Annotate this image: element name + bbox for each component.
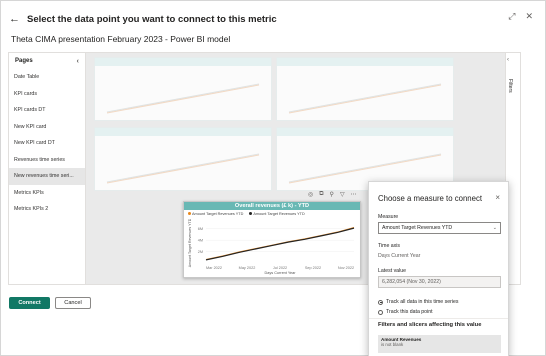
y-tick-label: 4M (198, 239, 203, 243)
latest-value-field: 6,282,054 (Nov 30, 2022) (378, 276, 501, 288)
chart-legend: Amount Target Revenues YTD Amount Target… (184, 210, 360, 218)
measure-panel-title: Choose a measure to connect (378, 194, 483, 203)
legend-item: Amount Target Revenues YTD (188, 212, 243, 216)
chart-plot: 2M 4M 6M Mar 2022 May 2022 Jul 2022 Sep 2022 No… (188, 219, 355, 275)
dialog-title: Select the data point you want to connec… (27, 13, 277, 25)
x-tick-label: Mar 2022 (206, 266, 222, 270)
visual-toolbar: ◎ ⧉ ⚲ ▽ ⋯ (308, 191, 357, 198)
y-tick-label: 6M (198, 227, 203, 231)
focus-mode-icon[interactable]: ◎ (308, 191, 313, 198)
filters-slicers-title: Filters and slicers affecting this value (378, 322, 482, 328)
radio-empty-icon (378, 309, 383, 315)
filter-card: Amount Revenues is not blank (378, 335, 501, 353)
chart-title: Overall revenues (£ k) - YTD (184, 202, 360, 210)
measure-dropdown[interactable]: Amount Target Revenues YTD ⌄ (378, 222, 501, 234)
x-axis-label: Days Current Year (264, 271, 296, 275)
x-tick-label: Nov 2022 (338, 266, 354, 270)
radio-selected-icon (378, 299, 383, 305)
filter-condition: is not blank (381, 342, 404, 347)
filter-icon[interactable]: ▽ (340, 191, 345, 198)
connect-button[interactable]: Connect (9, 297, 50, 309)
x-tick-label: Jul 2022 (273, 266, 287, 270)
pin-icon[interactable]: ⚲ (330, 191, 334, 198)
ghost-visual (276, 57, 454, 121)
dialog-header: ← Select the data point you want to conn… (9, 11, 537, 27)
page-item[interactable]: Revenues time series (9, 152, 85, 169)
pages-pane: Pages ‹ Date Table KPI cards KPI cards DT N… (9, 53, 86, 284)
report-subtitle: Theta CIMA presentation February 2023 - … (11, 34, 231, 44)
time-axis-value: Days Current Year (378, 253, 421, 259)
legend-item: Amount Target Revenues YTD (249, 212, 305, 216)
copy-visual-icon[interactable]: ⧉ (319, 191, 323, 198)
measure-panel: Choose a measure to connect × Measure Am… (368, 181, 509, 356)
latest-value-label: Latest value (378, 268, 406, 274)
revenue-line-chart[interactable]: Overall revenues (£ k) - YTD Amount Targ… (183, 201, 361, 278)
pages-title: Pages (15, 58, 33, 64)
more-options-icon[interactable]: ⋯ (351, 191, 357, 198)
track-all-label: Track all data in this time series (386, 299, 459, 305)
chevron-down-icon: ⌄ (492, 225, 497, 231)
track-all-radio[interactable]: Track all data in this time series (378, 299, 458, 305)
x-tick-label: May 2022 (239, 266, 256, 270)
track-point-radio[interactable]: Track this data point (378, 309, 433, 315)
expand-filters-icon[interactable]: ‹ (507, 57, 509, 63)
track-point-label: Track this data point (386, 309, 433, 315)
time-axis-label: Time axis (378, 243, 401, 249)
y-tick-label: 2M (198, 250, 203, 254)
page-item[interactable]: KPI cards DT (9, 102, 85, 119)
pages-header: Pages ‹ (9, 53, 85, 69)
expand-icon[interactable]: ⤢ (508, 11, 515, 22)
ghost-visual (94, 127, 272, 191)
legend-swatch (188, 212, 191, 215)
filters-label: Filters (507, 79, 513, 93)
page-item[interactable]: New KPI card (9, 119, 85, 136)
divider (369, 318, 508, 319)
collapse-pages-icon[interactable]: ‹ (77, 58, 79, 65)
cancel-button[interactable]: Cancel (55, 297, 91, 309)
page-item[interactable]: New KPI card DT (9, 135, 85, 152)
y-axis-label: Amount Target Revenues YTD (188, 219, 192, 267)
connect-dialog: ← Select the data point you want to conn… (0, 0, 546, 356)
page-item[interactable]: New revenues time seri... (9, 168, 85, 185)
page-list: Date Table KPI cards KPI cards DT New KPI c… (9, 69, 85, 218)
ghost-visual (94, 57, 272, 121)
x-tick-label: Sep 2022 (305, 266, 321, 270)
page-item[interactable]: Metrics KPIs 2 (9, 201, 85, 218)
header-actions: ⤢ ✕ (508, 11, 533, 22)
legend-swatch (249, 212, 253, 215)
measure-dropdown-value: Amount Target Revenues YTD (382, 225, 453, 231)
page-item[interactable]: KPI cards (9, 86, 85, 103)
page-item[interactable]: Metrics KPIs (9, 185, 85, 202)
page-item[interactable]: Date Table (9, 69, 85, 86)
measure-label: Measure (378, 214, 399, 220)
back-arrow-icon[interactable]: ← (9, 13, 21, 25)
close-icon[interactable]: ✕ (525, 11, 533, 22)
close-measure-icon[interactable]: × (495, 193, 500, 202)
